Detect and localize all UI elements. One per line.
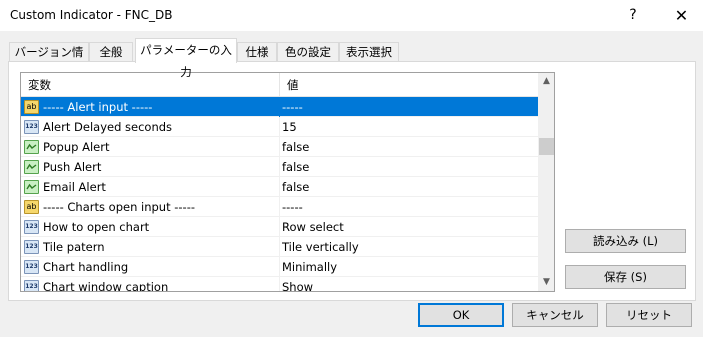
integer-type-icon: 123 — [24, 220, 39, 234]
variable-name: ----- Alert input ----- — [43, 100, 153, 114]
variable-name: Chart handling — [43, 260, 129, 274]
integer-type-icon: 123 — [24, 280, 39, 291]
variable-value[interactable]: Minimally — [282, 260, 532, 274]
vertical-scrollbar[interactable]: ▲ ▼ — [538, 73, 554, 291]
column-divider[interactable] — [279, 73, 280, 97]
variable-value[interactable]: Row select — [282, 220, 532, 234]
integer-type-icon: 123 — [24, 120, 39, 134]
title-bar: Custom Indicator - FNC_DB ? ✕ — [0, 0, 703, 31]
parameter-grid: 変数 値 ab ----- Alert input ----- ----- 12… — [20, 72, 555, 292]
load-button[interactable]: 読み込み (L) — [565, 229, 686, 253]
table-row[interactable]: ab ----- Charts open input ----- ----- — [21, 197, 539, 217]
tab-strip: バージョン情報 全般 パラメーターの入力 仕様 色の設定 表示選択 — [0, 38, 703, 79]
tab-colors[interactable]: 色の設定 — [277, 42, 339, 62]
table-row[interactable]: 123 How to open chart Row select — [21, 217, 539, 237]
table-row[interactable]: 123 Tile patern Tile vertically — [21, 237, 539, 257]
table-row[interactable]: ab ----- Alert input ----- ----- — [21, 97, 539, 117]
table-row[interactable]: Email Alert false — [21, 177, 539, 197]
variable-name: Push Alert — [43, 160, 102, 174]
variable-value[interactable]: false — [282, 160, 532, 174]
scroll-up-arrow-icon[interactable]: ▲ — [538, 73, 554, 90]
string-type-icon: ab — [24, 100, 39, 114]
string-type-icon: ab — [24, 200, 39, 214]
tab-specification[interactable]: 仕様 — [237, 42, 277, 62]
boolean-type-icon — [24, 140, 39, 154]
variable-name: Popup Alert — [43, 140, 110, 154]
table-row[interactable]: 123 Chart handling Minimally — [21, 257, 539, 277]
tab-parameters[interactable]: パラメーターの入力 — [135, 38, 237, 79]
variable-name: Tile patern — [43, 240, 105, 254]
variable-name: How to open chart — [43, 220, 150, 234]
variable-value[interactable]: Show — [282, 280, 532, 291]
grid-header: 変数 値 — [21, 73, 539, 97]
scroll-thumb[interactable] — [539, 138, 554, 155]
table-row[interactable]: 123 Chart window caption Show — [21, 277, 539, 292]
variable-name: Chart window caption — [43, 280, 169, 292]
scroll-down-arrow-icon[interactable]: ▼ — [538, 274, 554, 291]
reset-button[interactable]: リセット — [606, 303, 692, 327]
close-button[interactable]: ✕ — [660, 0, 703, 31]
variable-value[interactable]: false — [282, 140, 532, 154]
variable-value[interactable]: false — [282, 180, 532, 194]
tab-version-info[interactable]: バージョン情報 — [9, 42, 89, 77]
variable-value[interactable]: Tile vertically — [282, 240, 532, 254]
cancel-button[interactable]: キャンセル — [512, 303, 598, 327]
help-button[interactable]: ? — [618, 0, 648, 31]
integer-type-icon: 123 — [24, 260, 39, 274]
tab-display[interactable]: 表示選択 — [339, 42, 399, 62]
boolean-type-icon — [24, 180, 39, 194]
ok-button[interactable]: OK — [418, 303, 504, 327]
variable-name: Email Alert — [43, 180, 106, 194]
integer-type-icon: 123 — [24, 240, 39, 254]
table-row[interactable]: 123 Alert Delayed seconds 15 — [21, 117, 539, 137]
column-header-value[interactable]: 値 — [287, 77, 299, 93]
tab-general[interactable]: 全般 — [89, 42, 133, 62]
boolean-type-icon — [24, 160, 39, 174]
variable-value[interactable]: ----- — [282, 200, 532, 214]
window-title: Custom Indicator - FNC_DB — [10, 8, 173, 22]
variable-name: ----- Charts open input ----- — [43, 200, 195, 214]
variable-value[interactable]: ----- — [282, 100, 532, 114]
table-row[interactable]: Push Alert false — [21, 157, 539, 177]
table-row[interactable]: Popup Alert false — [21, 137, 539, 157]
variable-value[interactable]: 15 — [282, 120, 532, 134]
variable-name: Alert Delayed seconds — [43, 120, 173, 134]
save-button[interactable]: 保存 (S) — [565, 265, 686, 289]
column-header-variable[interactable]: 変数 — [28, 77, 51, 93]
